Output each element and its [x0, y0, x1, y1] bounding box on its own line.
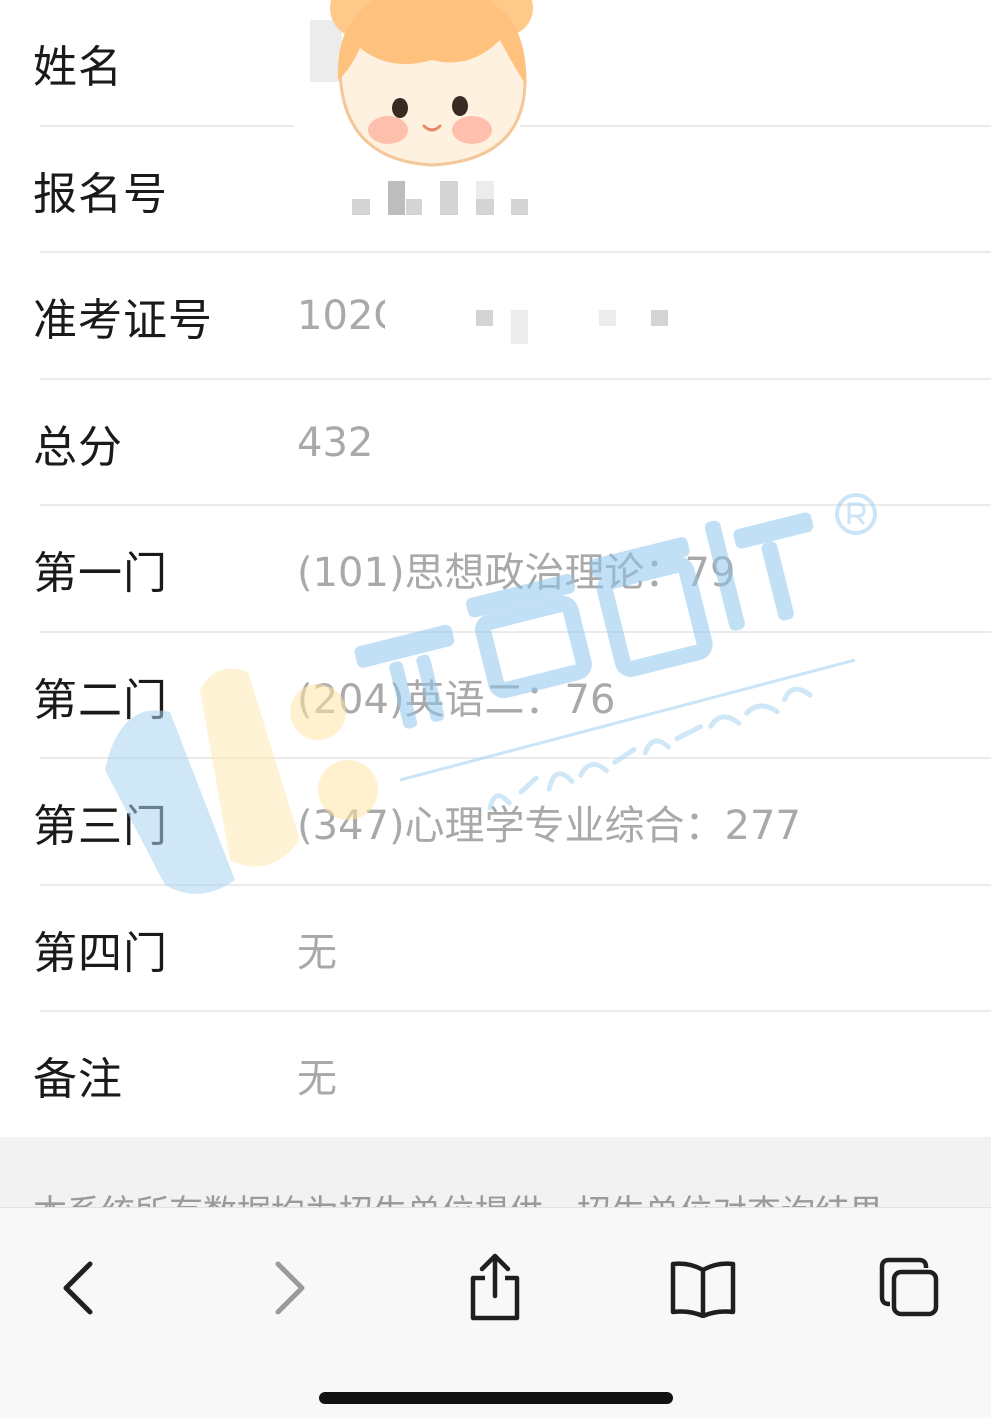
tabs-button[interactable]: [870, 1248, 950, 1328]
footer-notice-area: 本系统所有数据均为招生单位提供，招生单位对查询结果: [0, 1137, 991, 1209]
cartoon-avatar-sticker: [330, 0, 533, 167]
row-value: 无: [297, 929, 337, 976]
row-label: 报名号: [33, 168, 168, 220]
row-admission-ticket: 准考证号 102C: [0, 253, 991, 380]
avatar-eye: [392, 98, 408, 118]
row-label: 备注: [33, 1054, 123, 1106]
back-icon: [63, 1261, 93, 1315]
redaction-pixel: [651, 310, 668, 326]
row-label: 总分: [33, 421, 123, 473]
home-indicator: [319, 1392, 673, 1404]
row-value: 102C: [297, 293, 385, 340]
row-value: (347)心理学专业综合：277: [297, 803, 801, 850]
bookmarks-icon: [670, 1261, 736, 1318]
footer-notice-text: 本系统所有数据均为招生单位提供，招生单位对查询结果: [33, 1185, 883, 1209]
row-total-score: 总分 432: [0, 380, 991, 506]
avatar-eye: [452, 96, 468, 116]
share-icon: [470, 1253, 520, 1321]
row-value: 无: [297, 1056, 337, 1103]
redaction-pixel: [352, 198, 370, 215]
bookmarks-button[interactable]: [663, 1248, 743, 1328]
redaction-pixel: [440, 180, 458, 215]
row-label: 第三门: [33, 801, 168, 853]
row-subject-2: 第二门 (204)英语二：76: [0, 633, 991, 759]
row-value: (101)思想政治理论：79: [297, 550, 736, 597]
redaction-pixel: [511, 198, 528, 215]
redaction-pixel: [388, 180, 405, 215]
redaction-pixel: [476, 180, 494, 199]
row-subject-4: 第四门 无: [0, 886, 991, 1012]
redaction-pixel: [599, 310, 616, 326]
row-label: 第四门: [33, 927, 168, 979]
browser-toolbar: [0, 1207, 991, 1418]
back-button[interactable]: [38, 1248, 118, 1328]
row-label: 第一门: [33, 548, 168, 600]
redaction-pixel: [476, 310, 493, 326]
forward-button[interactable]: [250, 1248, 330, 1328]
row-value: 432: [297, 419, 374, 466]
row-remarks: 备注 无: [0, 1012, 991, 1139]
redaction-pixel: [476, 198, 494, 215]
row-value: (204)英语二：76: [297, 676, 616, 723]
redaction-pixel: [511, 310, 528, 344]
row-label: 第二门: [33, 674, 168, 726]
row-subject-1: 第一门 (101)思想政治理论：79: [0, 506, 991, 633]
redaction-pixel: [406, 198, 422, 215]
row-label: 准考证号: [33, 295, 213, 347]
share-button[interactable]: [455, 1248, 535, 1328]
tabs-icon: [879, 1257, 939, 1317]
forward-icon: [275, 1261, 305, 1315]
row-label: 姓名: [33, 42, 123, 94]
row-subject-3: 第三门 (347)心理学专业综合：277: [0, 759, 991, 886]
